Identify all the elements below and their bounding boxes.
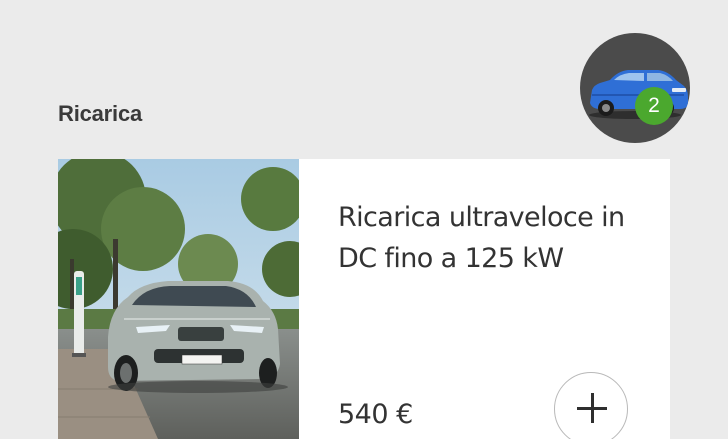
product-title: Ricarica ultraveloce in DC fino a 125 kW — [338, 202, 625, 274]
product-card[interactable]: Ricarica ultraveloce in DC fino a 125 kW… — [58, 159, 670, 439]
section-title: Ricarica — [58, 101, 143, 126]
add-to-cart-button[interactable] — [554, 372, 628, 439]
car-thumbnail-icon — [589, 70, 688, 119]
cart-count-badge: 2 — [635, 87, 673, 125]
car-charging-photo — [58, 159, 299, 439]
cart-avatar-button[interactable] — [580, 33, 690, 143]
plus-icon-vertical — [590, 393, 594, 423]
